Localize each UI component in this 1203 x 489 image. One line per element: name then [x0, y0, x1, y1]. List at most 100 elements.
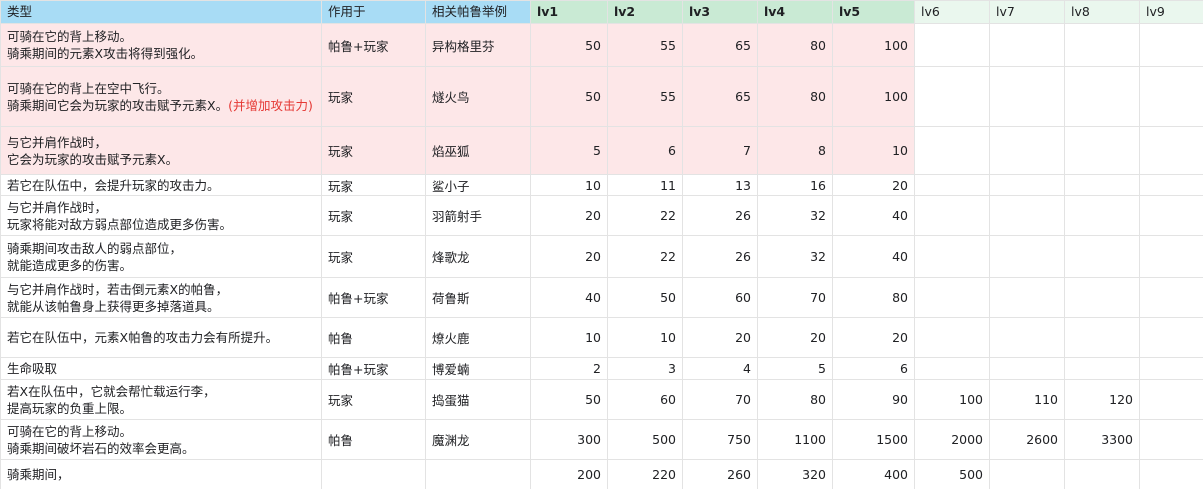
cell-lv8[interactable] — [1064, 459, 1140, 489]
header-lv8[interactable]: lv8 — [1064, 0, 1140, 24]
cell-example[interactable] — [425, 459, 531, 489]
cell-lv7[interactable] — [989, 195, 1065, 236]
cell-example[interactable]: 烽歌龙 — [425, 235, 531, 278]
cell-lv8[interactable] — [1064, 317, 1140, 358]
cell-target[interactable]: 玩家 — [321, 195, 426, 236]
cell-type[interactable]: 可骑在它的背上在空中飞行。 骑乘期间它会为玩家的攻击赋予元素X。(并增加攻击力) — [0, 66, 322, 127]
cell-lv7[interactable] — [989, 459, 1065, 489]
cell-lv3[interactable]: 20 — [682, 317, 758, 358]
cell-lv4[interactable]: 16 — [757, 174, 833, 196]
cell-lv3[interactable]: 260 — [682, 459, 758, 489]
cell-target[interactable]: 帕鲁 — [321, 317, 426, 358]
header-type[interactable]: 类型 — [0, 0, 322, 24]
cell-example[interactable]: 羽箭射手 — [425, 195, 531, 236]
cell-lv7[interactable] — [989, 277, 1065, 318]
cell-example[interactable]: 捣蛋猫 — [425, 379, 531, 420]
cell-lv6[interactable]: 2000 — [914, 419, 990, 460]
cell-lv8[interactable] — [1064, 277, 1140, 318]
cell-type[interactable]: 可骑在它的背上移动。 骑乘期间的元素X攻击将得到强化。 — [0, 23, 322, 67]
cell-type[interactable]: 可骑在它的背上移动。 骑乘期间破坏岩石的效率会更高。 — [0, 419, 322, 460]
cell-lv2[interactable]: 10 — [607, 317, 683, 358]
cell-lv9[interactable] — [1139, 195, 1203, 236]
cell-lv9[interactable] — [1139, 126, 1203, 175]
cell-lv2[interactable]: 50 — [607, 277, 683, 318]
cell-lv2[interactable]: 22 — [607, 195, 683, 236]
cell-type[interactable]: 若X在队伍中，它就会帮忙载运行李， 提高玩家的负重上限。 — [0, 379, 322, 420]
cell-lv2[interactable]: 3 — [607, 357, 683, 380]
cell-lv2[interactable]: 55 — [607, 23, 683, 67]
cell-lv3[interactable]: 750 — [682, 419, 758, 460]
header-target[interactable]: 作用于 — [321, 0, 426, 24]
cell-lv1[interactable]: 40 — [530, 277, 608, 318]
cell-lv6[interactable] — [914, 174, 990, 196]
cell-lv9[interactable] — [1139, 459, 1203, 489]
cell-type[interactable]: 与它并肩作战时， 它会为玩家的攻击赋予元素X。 — [0, 126, 322, 175]
cell-lv4[interactable]: 80 — [757, 379, 833, 420]
cell-example[interactable]: 鲨小子 — [425, 174, 531, 196]
cell-type[interactable]: 生命吸取 — [0, 357, 322, 380]
cell-lv9[interactable] — [1139, 357, 1203, 380]
cell-lv9[interactable]: 13 — [1139, 379, 1203, 420]
cell-lv8[interactable]: 3300 — [1064, 419, 1140, 460]
cell-lv9[interactable] — [1139, 419, 1203, 460]
cell-lv8[interactable]: 120 — [1064, 379, 1140, 420]
cell-lv1[interactable]: 200 — [530, 459, 608, 489]
cell-lv1[interactable]: 20 — [530, 195, 608, 236]
cell-lv7[interactable] — [989, 174, 1065, 196]
cell-lv7[interactable] — [989, 317, 1065, 358]
header-lv5[interactable]: lv5 — [832, 0, 915, 24]
cell-lv2[interactable]: 220 — [607, 459, 683, 489]
cell-lv5[interactable]: 20 — [832, 174, 915, 196]
cell-lv4[interactable]: 70 — [757, 277, 833, 318]
cell-lv3[interactable]: 7 — [682, 126, 758, 175]
cell-lv4[interactable]: 5 — [757, 357, 833, 380]
cell-lv3[interactable]: 26 — [682, 195, 758, 236]
header-lv3[interactable]: lv3 — [682, 0, 758, 24]
cell-target[interactable]: 玩家 — [321, 66, 426, 127]
cell-lv3[interactable]: 70 — [682, 379, 758, 420]
cell-lv4[interactable]: 1100 — [757, 419, 833, 460]
header-lv4[interactable]: lv4 — [757, 0, 833, 24]
cell-target[interactable]: 帕鲁+玩家 — [321, 277, 426, 318]
cell-lv3[interactable]: 4 — [682, 357, 758, 380]
cell-lv8[interactable] — [1064, 66, 1140, 127]
cell-target[interactable]: 玩家 — [321, 174, 426, 196]
cell-type[interactable]: 与它并肩作战时，若击倒元素X的帕鲁， 就能从该帕鲁身上获得更多掉落道具。 — [0, 277, 322, 318]
cell-lv5[interactable]: 100 — [832, 23, 915, 67]
cell-lv4[interactable]: 80 — [757, 23, 833, 67]
cell-lv5[interactable]: 40 — [832, 235, 915, 278]
cell-lv5[interactable]: 20 — [832, 317, 915, 358]
cell-lv6[interactable] — [914, 235, 990, 278]
cell-lv4[interactable]: 320 — [757, 459, 833, 489]
cell-lv1[interactable]: 10 — [530, 174, 608, 196]
cell-target[interactable]: 帕鲁+玩家 — [321, 357, 426, 380]
cell-lv1[interactable]: 2 — [530, 357, 608, 380]
cell-lv5[interactable]: 100 — [832, 66, 915, 127]
cell-lv4[interactable]: 80 — [757, 66, 833, 127]
cell-example[interactable]: 博爱蝻 — [425, 357, 531, 380]
cell-lv1[interactable]: 50 — [530, 66, 608, 127]
header-example[interactable]: 相关帕鲁举例 — [425, 0, 531, 24]
cell-lv7[interactable]: 2600 — [989, 419, 1065, 460]
cell-lv7[interactable] — [989, 357, 1065, 380]
cell-lv5[interactable]: 1500 — [832, 419, 915, 460]
cell-lv4[interactable]: 32 — [757, 195, 833, 236]
cell-lv3[interactable]: 26 — [682, 235, 758, 278]
cell-lv6[interactable] — [914, 23, 990, 67]
cell-example[interactable]: 燧火鸟 — [425, 66, 531, 127]
cell-example[interactable]: 燎火鹿 — [425, 317, 531, 358]
header-lv7[interactable]: lv7 — [989, 0, 1065, 24]
cell-lv1[interactable]: 20 — [530, 235, 608, 278]
cell-lv2[interactable]: 11 — [607, 174, 683, 196]
cell-lv5[interactable]: 80 — [832, 277, 915, 318]
cell-lv9[interactable] — [1139, 317, 1203, 358]
cell-lv3[interactable]: 60 — [682, 277, 758, 318]
cell-lv9[interactable] — [1139, 277, 1203, 318]
header-lv1[interactable]: lv1 — [530, 0, 608, 24]
cell-type[interactable]: 若它在队伍中，会提升玩家的攻击力。 — [0, 174, 322, 196]
cell-lv9[interactable] — [1139, 66, 1203, 127]
cell-lv5[interactable]: 40 — [832, 195, 915, 236]
header-lv9[interactable]: lv9 — [1139, 0, 1203, 24]
cell-lv9[interactable] — [1139, 174, 1203, 196]
cell-type[interactable]: 与它并肩作战时， 玩家将能对敌方弱点部位造成更多伤害。 — [0, 195, 322, 236]
